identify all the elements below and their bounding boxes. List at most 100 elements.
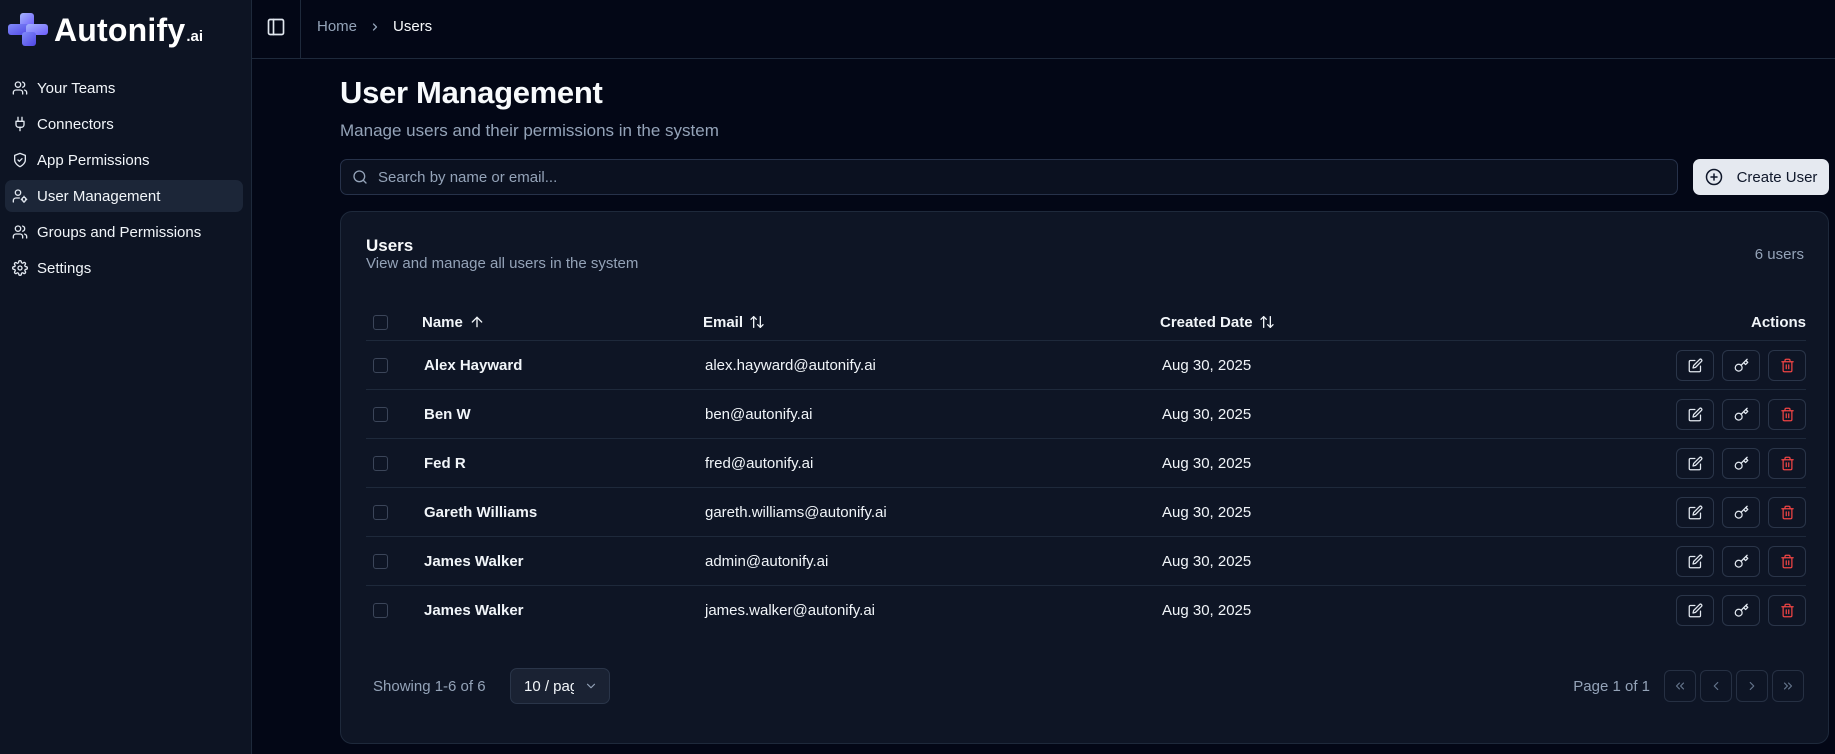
delete-user-button[interactable] — [1768, 398, 1806, 430]
user-email: alex.hayward@autonify.ai — [705, 356, 876, 374]
email-column-header[interactable]: Email — [703, 314, 765, 331]
created-date-column-header[interactable]: Created Date — [1160, 314, 1275, 331]
users-icon — [12, 225, 28, 239]
row-actions — [1668, 398, 1806, 430]
user-created-date: Aug 30, 2025 — [1162, 454, 1252, 472]
row-checkbox[interactable] — [373, 504, 388, 520]
email-header-label: Email — [703, 313, 744, 331]
row-actions — [1668, 496, 1806, 528]
showing-count: Showing 1-6 of 6 — [373, 678, 486, 695]
delete-user-button[interactable] — [1768, 545, 1806, 577]
edit-user-button[interactable] — [1676, 595, 1714, 626]
divider — [300, 0, 301, 58]
key-icon — [1734, 407, 1748, 421]
trash-icon — [1780, 407, 1794, 421]
card-subtitle: View and manage all users in the system — [366, 255, 639, 272]
key-icon — [1734, 505, 1748, 519]
search-box[interactable] — [340, 159, 1678, 195]
brand-name: Autonify — [54, 11, 186, 48]
row-checkbox[interactable] — [373, 455, 388, 471]
row-checkbox[interactable] — [373, 603, 388, 618]
key-icon — [1734, 456, 1748, 470]
sidebar-item-user-management[interactable]: User Management — [5, 180, 243, 212]
row-actions — [1668, 349, 1806, 381]
user-created-date: Aug 30, 2025 — [1162, 503, 1252, 521]
autonify-logo-icon — [8, 13, 48, 46]
user-name: Gareth Williams — [424, 503, 538, 521]
trash-icon — [1780, 456, 1794, 470]
row-checkbox[interactable] — [373, 357, 388, 373]
edit-user-button[interactable] — [1676, 447, 1714, 479]
edit-user-button[interactable] — [1676, 349, 1714, 381]
table-row: Gareth Williams gareth.williams@autonify.… — [366, 488, 1806, 537]
edit-user-button[interactable] — [1676, 496, 1714, 528]
user-email: james.walker@autonify.ai — [705, 602, 876, 619]
delete-user-button[interactable] — [1768, 496, 1806, 528]
edit-icon — [1688, 505, 1702, 519]
next-page-button[interactable] — [1736, 670, 1768, 702]
last-page-button[interactable] — [1772, 670, 1804, 702]
delete-user-button[interactable] — [1768, 595, 1806, 626]
reset-password-button[interactable] — [1722, 447, 1760, 479]
user-email: fred@autonify.ai — [705, 454, 814, 472]
edit-user-button[interactable] — [1676, 545, 1714, 577]
user-name: James Walker — [424, 602, 524, 619]
delete-user-button[interactable] — [1768, 349, 1806, 381]
page-title: User Management — [340, 75, 603, 110]
reset-password-button[interactable] — [1722, 545, 1760, 577]
user-name: Fed R — [424, 454, 466, 472]
key-icon — [1734, 603, 1748, 617]
sidebar-item-label: App Permissions — [37, 151, 150, 169]
delete-user-button[interactable] — [1768, 447, 1806, 479]
chevrons-right-icon — [1783, 682, 1793, 690]
top-bar: Home Users — [252, 0, 1835, 59]
brand-logo[interactable]: Autonify .ai — [6, 10, 203, 50]
edit-user-button[interactable] — [1676, 398, 1714, 430]
row-checkbox[interactable] — [373, 406, 388, 422]
shield-check-icon — [14, 152, 26, 168]
select-all-checkbox[interactable] — [373, 314, 388, 330]
sidebar-item-groups-and-permissions[interactable]: Groups and Permissions — [5, 216, 243, 248]
sidebar-item-label: Connectors — [37, 115, 114, 133]
create-user-button[interactable]: Create User — [1693, 159, 1829, 195]
row-checkbox[interactable] — [373, 553, 388, 569]
name-column-header[interactable]: Name — [422, 314, 485, 331]
user-created-date: Aug 30, 2025 — [1162, 356, 1252, 374]
reset-password-button[interactable] — [1722, 595, 1760, 626]
reset-password-button[interactable] — [1722, 496, 1760, 528]
user-name: Alex Hayward — [424, 356, 523, 374]
sidebar-item-app-permissions[interactable]: App Permissions — [5, 144, 243, 176]
table-footer: Showing 1-6 of 6 10 / page Page 1 of 1 — [366, 668, 1804, 704]
sidebar-toggle-icon[interactable] — [266, 17, 286, 37]
sidebar-item-connectors[interactable]: Connectors — [5, 108, 243, 140]
first-page-button[interactable] — [1664, 670, 1696, 702]
breadcrumb: Home Users — [317, 18, 432, 35]
user-count: 6 users — [1754, 246, 1804, 263]
users-icon — [12, 81, 28, 95]
chevrons-left-icon — [1675, 682, 1685, 690]
breadcrumb-current: Users — [393, 18, 433, 35]
user-created-date: Aug 30, 2025 — [1162, 405, 1252, 423]
plug-icon — [15, 116, 25, 132]
row-actions — [1668, 595, 1806, 626]
sort-arrows-icon — [750, 316, 764, 328]
edit-icon — [1688, 358, 1702, 372]
breadcrumb-home-link[interactable]: Home — [317, 18, 357, 35]
sidebar-item-label: Groups and Permissions — [37, 223, 202, 241]
page-size-select[interactable]: 10 / page — [510, 668, 610, 704]
sidebar-item-settings[interactable]: Settings — [5, 252, 243, 284]
reset-password-button[interactable] — [1722, 349, 1760, 381]
chevron-left-icon — [1713, 681, 1719, 691]
sidebar-item-your-teams[interactable]: Your Teams — [5, 72, 243, 104]
users-table: Name Email Created Date Actions Alex Hay… — [366, 304, 1806, 635]
key-icon — [1734, 554, 1748, 568]
reset-password-button[interactable] — [1722, 398, 1760, 430]
user-created-date: Aug 30, 2025 — [1162, 552, 1252, 570]
table-row: Fed R fred@autonify.ai Aug 30, 2025 — [366, 439, 1806, 488]
chevron-right-icon — [372, 22, 378, 31]
search-input[interactable] — [378, 168, 1677, 186]
row-actions — [1668, 545, 1806, 577]
previous-page-button[interactable] — [1700, 670, 1732, 702]
sidebar-item-label: User Management — [37, 187, 161, 205]
table-row: Alex Hayward alex.hayward@autonify.ai Aug … — [366, 341, 1806, 390]
